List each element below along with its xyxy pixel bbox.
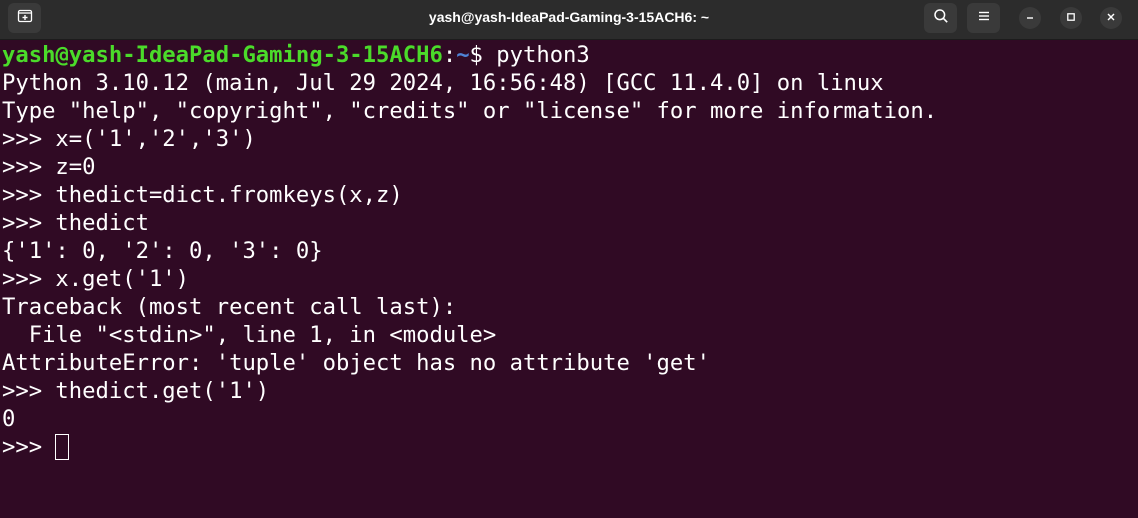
shell-command: python3 bbox=[496, 42, 590, 68]
terminal-window: yash@yash-IdeaPad-Gaming-3-15ACH6: ~ yas… bbox=[0, 0, 1138, 518]
shell-prompt-line: yash@yash-IdeaPad-Gaming-3-15ACH6:~$ pyt… bbox=[2, 41, 1138, 69]
minimize-icon bbox=[1025, 9, 1035, 27]
output-line: Type "help", "copyright", "credits" or "… bbox=[2, 98, 938, 124]
output-line: 0 bbox=[2, 406, 16, 432]
search-button[interactable] bbox=[924, 3, 957, 33]
search-icon bbox=[933, 8, 949, 29]
python-prompt-line[interactable]: >>> bbox=[2, 433, 1138, 461]
output-line: >>> thedict=dict.fromkeys(x,z) bbox=[2, 182, 403, 208]
prompt-path: ~ bbox=[456, 42, 470, 68]
prompt-user-host: yash@yash-IdeaPad-Gaming-3-15ACH6 bbox=[2, 42, 443, 68]
prompt-dollar: $ bbox=[469, 42, 497, 68]
output-line: Python 3.10.12 (main, Jul 29 2024, 16:56… bbox=[2, 70, 884, 96]
terminal-output[interactable]: yash@yash-IdeaPad-Gaming-3-15ACH6:~$ pyt… bbox=[0, 41, 1138, 518]
title-bar[interactable]: yash@yash-IdeaPad-Gaming-3-15ACH6: ~ bbox=[0, 0, 1138, 40]
output-line: {'1': 0, '2': 0, '3': 0} bbox=[2, 238, 323, 264]
python-prompt: >>> bbox=[2, 434, 56, 460]
output-line: >>> thedict bbox=[2, 210, 149, 236]
menu-button[interactable] bbox=[967, 3, 1000, 33]
output-line: Traceback (most recent call last): bbox=[2, 294, 457, 320]
maximize-icon bbox=[1066, 9, 1076, 27]
output-line: >>> thedict.get('1') bbox=[2, 378, 270, 404]
output-line: AttributeError: 'tuple' object has no at… bbox=[2, 350, 710, 376]
hamburger-menu-icon bbox=[977, 9, 991, 28]
text-cursor bbox=[55, 434, 70, 460]
output-line: >>> z=0 bbox=[2, 154, 96, 180]
output-line: >>> x.get('1') bbox=[2, 266, 190, 292]
maximize-button[interactable] bbox=[1060, 7, 1082, 29]
prompt-colon: : bbox=[442, 42, 457, 68]
minimize-button[interactable] bbox=[1019, 7, 1041, 29]
output-line: >>> x=('1','2','3') bbox=[2, 126, 256, 152]
close-button[interactable] bbox=[1100, 7, 1122, 29]
output-line: File "<stdin>", line 1, in <module> bbox=[2, 322, 497, 348]
close-icon bbox=[1106, 9, 1116, 27]
